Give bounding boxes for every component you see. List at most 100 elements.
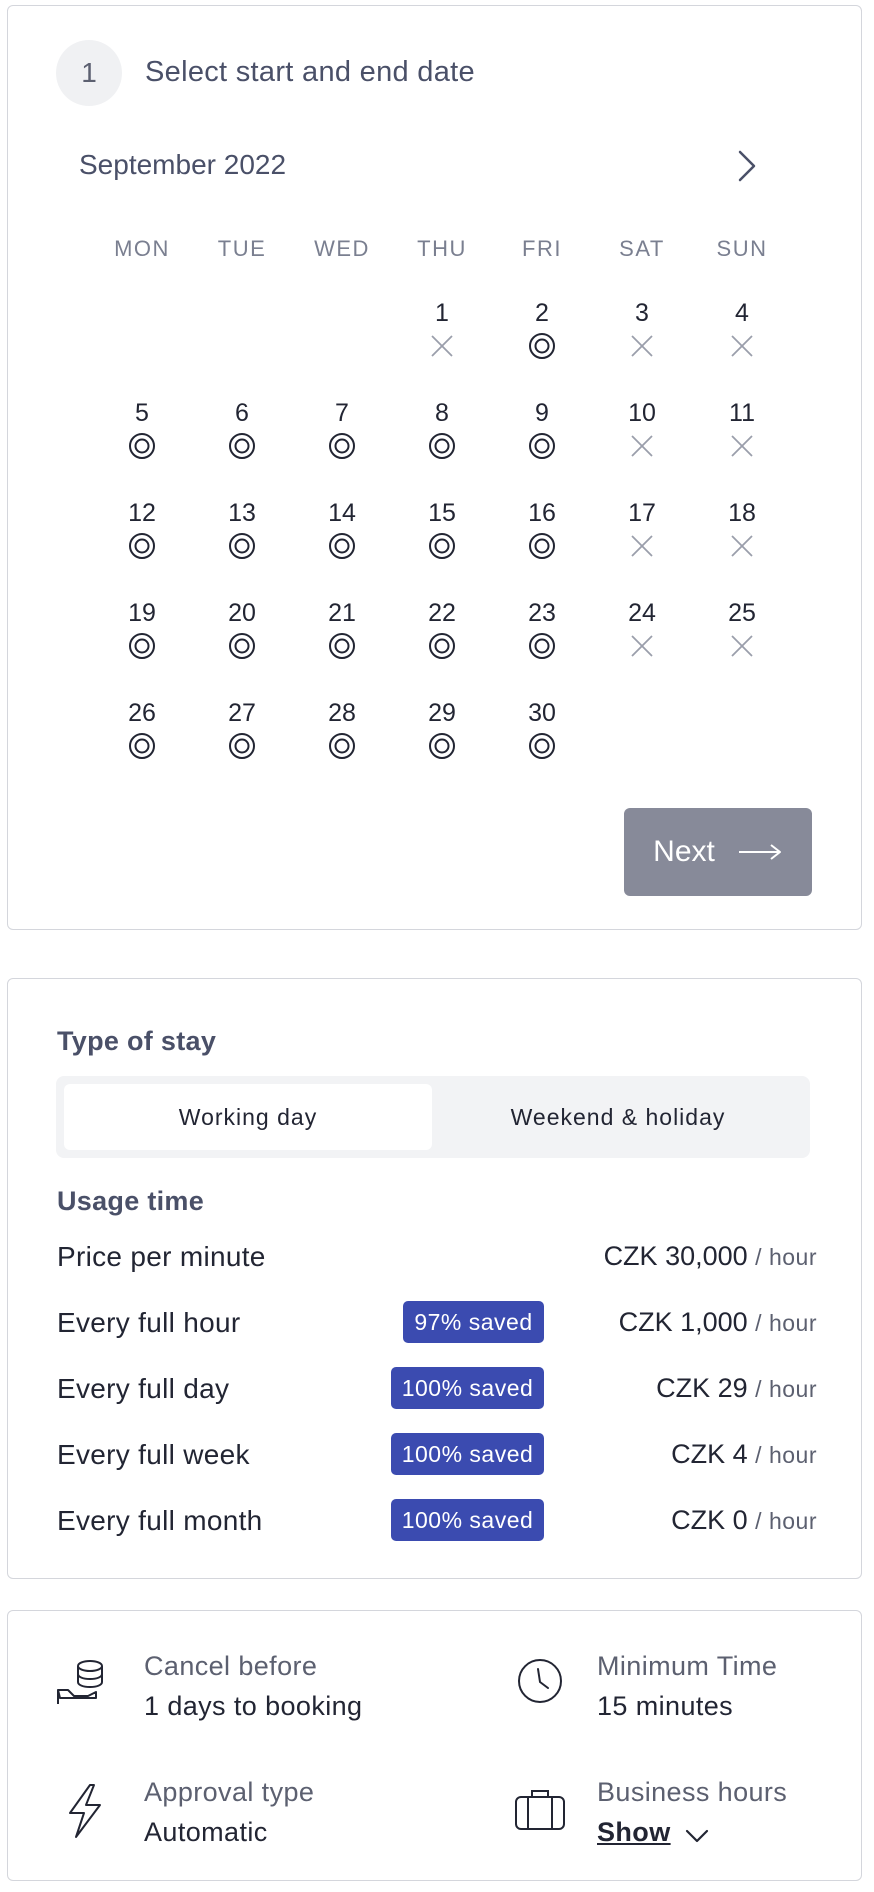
- calendar-day[interactable]: 12: [102, 498, 182, 584]
- calendar-day[interactable]: 28: [302, 698, 382, 784]
- available-icon: [429, 633, 455, 659]
- day-number: 25: [728, 599, 756, 627]
- available-icon: [329, 733, 355, 759]
- clock-icon: [518, 1659, 562, 1703]
- info-card: Cancel before 1 days to booking Minimum …: [7, 1610, 862, 1881]
- day-number: 13: [228, 499, 256, 527]
- weekday-label: SUN: [716, 236, 768, 261]
- price-amount: CZK 29: [656, 1373, 748, 1403]
- available-icon: [229, 533, 255, 559]
- unavailable-icon: [731, 535, 753, 557]
- calendar-day[interactable]: 13: [202, 498, 282, 584]
- calendar-day[interactable]: 16: [502, 498, 582, 584]
- business-hours-show-link[interactable]: Show: [597, 1817, 671, 1848]
- weekday-label: THU: [417, 236, 467, 261]
- price-value: CZK 4 / hour: [671, 1439, 817, 1470]
- briefcase-icon: [515, 1790, 565, 1830]
- show-link-label: Show: [597, 1817, 671, 1847]
- calendar-day[interactable]: 30: [502, 698, 582, 784]
- weekday-label: MON: [114, 236, 170, 261]
- usage-time-title: Usage time: [57, 1186, 205, 1216]
- next-button-label: Next: [653, 835, 715, 868]
- price-amount: CZK 4: [671, 1439, 748, 1469]
- day-number: 1: [435, 299, 449, 327]
- calendar-day[interactable]: 7: [302, 398, 382, 484]
- price-row-label: Price per minute: [57, 1241, 266, 1272]
- calendar-day[interactable]: 23: [502, 598, 582, 684]
- unavailable-icon: [731, 335, 753, 357]
- step-title: Select start and end date: [145, 56, 475, 88]
- price-value: CZK 30,000 / hour: [604, 1241, 817, 1272]
- day-number: 27: [228, 699, 256, 727]
- day-number: 21: [328, 599, 356, 627]
- calendar-day[interactable]: 27: [202, 698, 282, 784]
- day-number: 26: [128, 699, 156, 727]
- next-button[interactable]: Next: [624, 808, 812, 896]
- available-icon: [129, 533, 155, 559]
- available-icon: [229, 633, 255, 659]
- calendar-day[interactable]: 21: [302, 598, 382, 684]
- day-number: 18: [728, 499, 756, 527]
- day-number: 28: [328, 699, 356, 727]
- calendar-day[interactable]: 6: [202, 398, 282, 484]
- calendar-day[interactable]: 29: [402, 698, 482, 784]
- chevron-down-icon[interactable]: [684, 1827, 710, 1845]
- calendar-day[interactable]: 20: [202, 598, 282, 684]
- calendar-day[interactable]: 19: [102, 598, 182, 684]
- day-number: 12: [128, 499, 156, 527]
- available-icon: [329, 633, 355, 659]
- day-number: 11: [729, 399, 755, 427]
- unavailable-icon: [631, 635, 653, 657]
- date-picker-card: 1 Select start and end date September 20…: [7, 5, 862, 930]
- price-amount: CZK 30,000: [603, 1241, 748, 1271]
- price-value: CZK 1,000 / hour: [619, 1307, 817, 1338]
- calendar-day[interactable]: 8: [402, 398, 482, 484]
- savings-badge: 100% saved: [391, 1367, 544, 1409]
- weekday-label: SAT: [619, 236, 665, 261]
- unavailable-icon: [631, 335, 653, 357]
- day-number: 2: [535, 299, 549, 327]
- next-month-button[interactable]: [726, 146, 766, 186]
- price-unit: / hour: [755, 1310, 817, 1336]
- step-number: 1: [56, 40, 122, 106]
- available-icon: [329, 533, 355, 559]
- day-number: 7: [335, 399, 349, 427]
- calendar-day[interactable]: 15: [402, 498, 482, 584]
- type-of-stay-title: Type of stay: [57, 1026, 217, 1056]
- day-number: 30: [528, 699, 556, 727]
- day-number: 4: [735, 299, 749, 327]
- available-icon: [529, 433, 555, 459]
- calendar-day: 1: [402, 298, 482, 384]
- price-row-label: Every full hour: [57, 1307, 241, 1338]
- available-icon: [229, 733, 255, 759]
- price-row: Every full day 100% saved CZK 29 / hour: [57, 1367, 817, 1413]
- price-row-label: Every full month: [57, 1505, 263, 1536]
- day-number: 10: [628, 399, 656, 427]
- calendar-day[interactable]: 5: [102, 398, 182, 484]
- min-time-value: 15 minutes: [597, 1691, 734, 1721]
- calendar-day[interactable]: 2: [502, 298, 582, 384]
- calendar-day[interactable]: 9: [502, 398, 582, 484]
- available-icon: [129, 733, 155, 759]
- price-amount: CZK 1,000: [618, 1307, 748, 1337]
- calendar-day[interactable]: 22: [402, 598, 482, 684]
- weekday-label: WED: [314, 236, 370, 261]
- calendar-day: 24: [602, 598, 682, 684]
- day-number: 22: [428, 599, 456, 627]
- calendar-day: 3: [602, 298, 682, 384]
- calendar-day[interactable]: 14: [302, 498, 382, 584]
- available-icon: [429, 433, 455, 459]
- tab-working-day[interactable]: Working day: [64, 1084, 432, 1150]
- savings-badge: 97% saved: [403, 1301, 544, 1343]
- price-row-label: Every full week: [57, 1439, 250, 1470]
- calendar-day[interactable]: 26: [102, 698, 182, 784]
- day-number: 16: [528, 499, 556, 527]
- tab-weekend-holiday[interactable]: Weekend & holiday: [434, 1084, 802, 1150]
- coins-hand-icon: [57, 1660, 103, 1704]
- day-number: 9: [535, 399, 549, 427]
- calendar-day: 10: [602, 398, 682, 484]
- available-icon: [329, 433, 355, 459]
- price-row: Every full hour 97% saved CZK 1,000 / hour: [57, 1301, 817, 1347]
- unavailable-icon: [731, 635, 753, 657]
- long-arrow-right-icon: [738, 844, 781, 860]
